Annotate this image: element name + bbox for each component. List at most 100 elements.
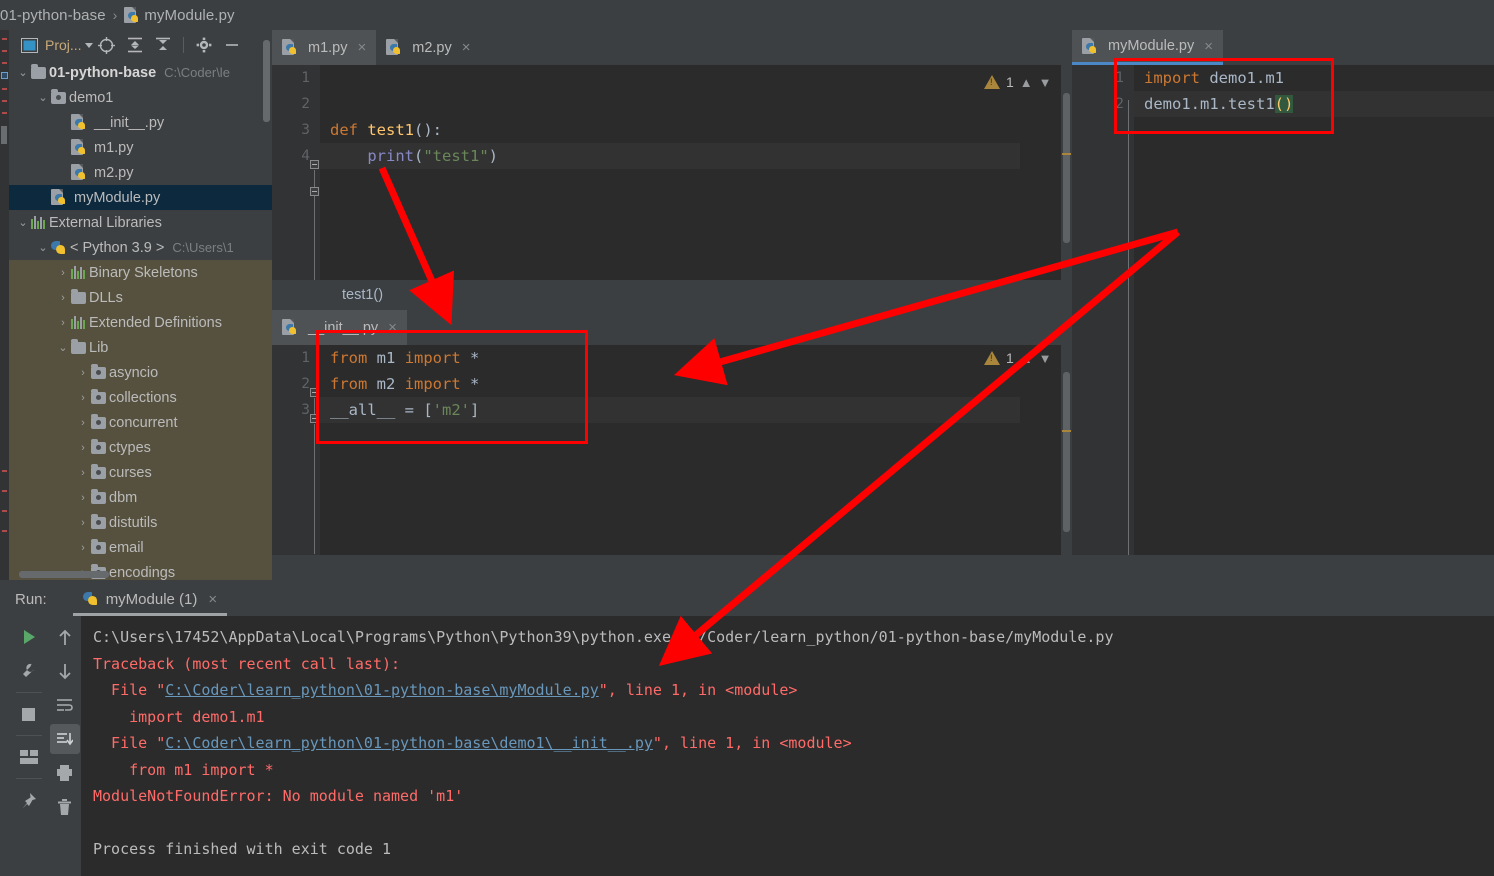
close-icon[interactable]: × — [462, 39, 471, 56]
divider — [15, 778, 42, 779]
previous-problem-icon[interactable]: ▲ — [1020, 75, 1033, 90]
tree-item-mymodule-py[interactable]: myModule.py — [9, 185, 272, 210]
locate-icon[interactable] — [93, 32, 121, 58]
chevron-down-icon[interactable]: ⌄ — [35, 91, 51, 104]
chevron-down-icon[interactable]: ⌄ — [15, 66, 31, 79]
project-panel-title[interactable]: Proj... — [45, 37, 82, 53]
chevron-down-icon[interactable]: ⌄ — [35, 241, 51, 254]
tree-item--init-py[interactable]: __init__.py — [9, 110, 272, 135]
chevron-right-icon[interactable]: › — [55, 292, 71, 304]
fold-collapse-icon[interactable] — [310, 160, 319, 169]
project-tree[interactable]: ⌄ 01-python-base C:\Coder\le ⌄ demo1 __init__… — [9, 60, 272, 580]
tree-item-m1-py[interactable]: m1.py — [9, 135, 272, 160]
close-icon[interactable]: × — [358, 39, 367, 56]
tree-item-ctypes[interactable]: › ctypes — [9, 435, 272, 460]
close-icon[interactable]: × — [1204, 38, 1213, 55]
soft-wrap-icon[interactable] — [50, 690, 80, 720]
chevron-right-icon[interactable]: › — [75, 417, 91, 429]
layout-icon[interactable] — [14, 742, 44, 772]
scrollbar-thumb[interactable] — [1063, 93, 1070, 243]
chevron-down-icon[interactable] — [84, 42, 93, 48]
warning-marker[interactable] — [1062, 430, 1071, 432]
gutter-init[interactable]: 1 2 3 — [272, 345, 320, 555]
fold-collapse-icon[interactable] — [310, 388, 319, 397]
scrollbar-thumb[interactable] — [1063, 372, 1070, 532]
chevron-right-icon[interactable]: › — [75, 392, 91, 404]
warning-triangle-icon — [984, 351, 1000, 365]
tree-item-demo1[interactable]: ⌄ demo1 — [9, 85, 272, 110]
editor-init-scrollbar[interactable] — [1061, 345, 1072, 555]
gutter-m1[interactable]: 1 2 3 4 — [272, 65, 320, 315]
chevron-right-icon[interactable]: › — [75, 367, 91, 379]
rerun-run-icon[interactable] — [14, 622, 44, 652]
tree-item-binary-skeletons[interactable]: › Binary Skeletons — [9, 260, 272, 285]
tree-item-concurrent[interactable]: › concurrent — [9, 410, 272, 435]
fold-end-icon[interactable] — [310, 187, 319, 196]
breadcrumb-file[interactable]: myModule.py — [144, 7, 234, 24]
scroll-to-end-icon[interactable] — [49, 724, 80, 754]
tab-m1-py[interactable]: m1.py × — [272, 30, 377, 65]
tree-item-lib[interactable]: ⌄ Lib — [9, 335, 272, 360]
console-line[interactable]: File "C:\Coder\learn_python\01-python-ba… — [93, 677, 1494, 704]
chevron-right-icon[interactable]: › — [75, 492, 91, 504]
chevron-right-icon[interactable]: › — [75, 442, 91, 454]
tree-item-email[interactable]: › email — [9, 535, 272, 560]
console-file-link[interactable]: C:\Coder\learn_python\01-python-base\dem… — [165, 734, 653, 752]
warning-marker[interactable] — [1062, 153, 1071, 155]
expand-all-icon[interactable] — [121, 32, 149, 58]
tree-item-01-python-base[interactable]: ⌄ 01-python-base C:\Coder\le — [9, 60, 272, 85]
tree-item-curses[interactable]: › curses — [9, 460, 272, 485]
tab-mymodule-py[interactable]: myModule.py × — [1072, 30, 1223, 65]
run-console[interactable]: C:\Users\17452\AppData\Local\Programs\Py… — [81, 616, 1494, 876]
inspection-status-init[interactable]: 1 ▲ ▼ — [984, 350, 1052, 366]
stop-icon[interactable] — [14, 699, 44, 729]
pin-tab-icon[interactable] — [14, 785, 44, 815]
trash-icon[interactable] — [50, 792, 80, 822]
chevron-right-icon[interactable]: › — [75, 542, 91, 554]
tree-item-collections[interactable]: › collections — [9, 385, 272, 410]
code-mymodule[interactable]: import demo1.m1 demo1.m1.test1() — [1134, 65, 1494, 555]
fold-end-icon[interactable] — [310, 414, 319, 423]
tree-item-extended-definitions[interactable]: › Extended Definitions — [9, 310, 272, 335]
print-icon[interactable] — [50, 758, 80, 788]
project-tree-scrollbar[interactable] — [263, 40, 270, 122]
chevron-down-icon[interactable]: ⌄ — [55, 341, 71, 354]
gutter-mymodule[interactable]: 1 2 — [1072, 65, 1134, 555]
wrench-settings-icon[interactable] — [14, 656, 44, 686]
project-tree-hscrollbar[interactable] — [19, 571, 109, 578]
chevron-right-icon[interactable]: › — [75, 467, 91, 479]
collapse-all-icon[interactable] — [149, 32, 177, 58]
tab-m2-py[interactable]: m2.py × — [376, 30, 480, 65]
chevron-down-icon[interactable]: ⌄ — [15, 216, 31, 229]
close-icon[interactable]: × — [208, 591, 217, 608]
next-problem-icon[interactable]: ▼ — [1039, 351, 1052, 366]
code-init[interactable]: from m1 import * from m2 import * __all_… — [320, 345, 1020, 555]
hide-panel-icon[interactable] — [218, 32, 246, 58]
next-problem-icon[interactable]: ▼ — [1039, 75, 1052, 90]
tree-item-dbm[interactable]: › dbm — [9, 485, 272, 510]
chevron-right-icon[interactable]: › — [55, 317, 71, 329]
inspection-status-m1[interactable]: 1 ▲ ▼ — [984, 74, 1052, 90]
tree-item-dlls[interactable]: › DLLs — [9, 285, 272, 310]
tree-item-distutils[interactable]: › distutils — [9, 510, 272, 535]
code-m1[interactable]: def test1(): print("test1") — [320, 65, 1020, 280]
console-line[interactable]: File "C:\Coder\learn_python\01-python-ba… — [93, 730, 1494, 757]
breadcrumb-project[interactable]: 01-python-base — [0, 7, 106, 24]
tree-item-external-libraries[interactable]: ⌄ External Libraries — [9, 210, 272, 235]
python-file-icon — [71, 164, 86, 181]
editor-m1-scrollbar[interactable] — [1061, 65, 1072, 280]
close-icon[interactable]: × — [388, 319, 397, 336]
project-view-icon[interactable] — [15, 32, 43, 58]
down-arrow-icon[interactable] — [50, 656, 80, 686]
tree-item-asyncio[interactable]: › asyncio — [9, 360, 272, 385]
tree-item--python-3-9-[interactable]: ⌄ < Python 3.9 > C:\Users\1 — [9, 235, 272, 260]
settings-gear-icon[interactable] — [190, 32, 218, 58]
console-file-link[interactable]: C:\Coder\learn_python\01-python-base\myM… — [165, 681, 598, 699]
previous-problem-icon[interactable]: ▲ — [1020, 351, 1033, 366]
run-tab-mymodule[interactable]: myModule (1) × — [72, 582, 228, 616]
tab-init-py[interactable]: __init__.py × — [272, 310, 407, 345]
tree-item-m2-py[interactable]: m2.py — [9, 160, 272, 185]
up-arrow-icon[interactable] — [50, 622, 80, 652]
chevron-right-icon[interactable]: › — [75, 517, 91, 529]
chevron-right-icon[interactable]: › — [55, 267, 71, 279]
